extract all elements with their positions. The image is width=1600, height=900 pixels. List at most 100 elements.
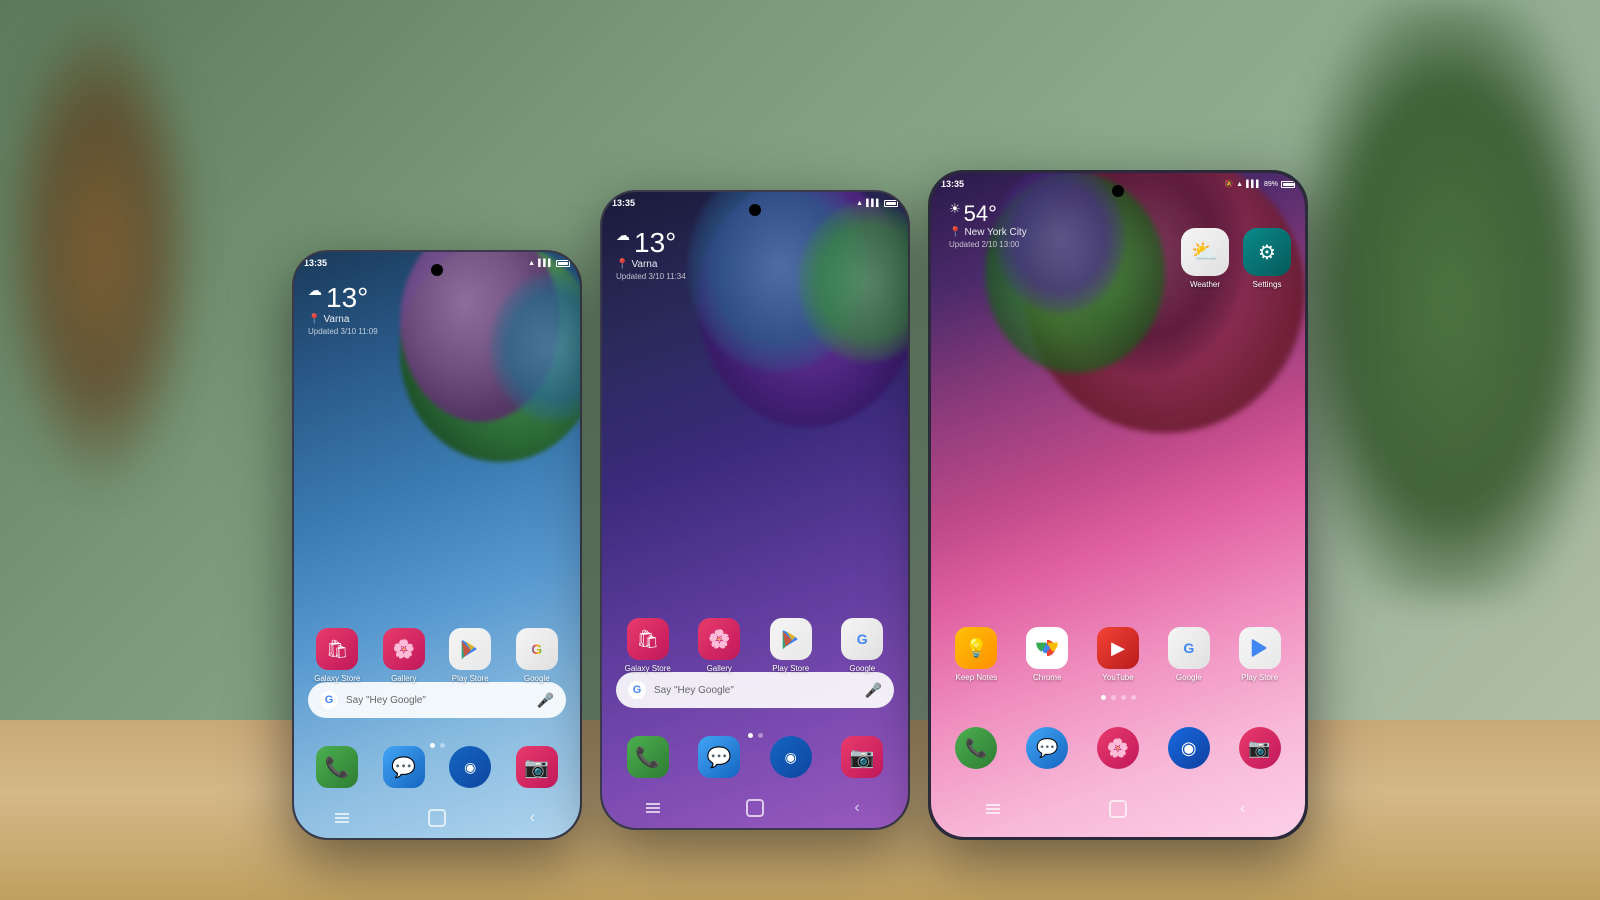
app-galaxy-store-center[interactable]: 🛍 Galaxy Store <box>616 618 680 673</box>
pay-icon-left: ◉ <box>449 746 491 788</box>
status-time-left: 13:35 <box>304 258 327 268</box>
google-label-left: Google <box>524 674 550 683</box>
dock-camera-center[interactable]: 📷 <box>831 736 895 778</box>
status-icons-left: ▲ ▌▌▌ <box>528 260 570 267</box>
weather-updated-center: Updated 3/10 11:34 <box>616 272 686 281</box>
app-google-right[interactable]: G Google <box>1157 627 1220 682</box>
dock-gallery-right[interactable]: 🌸 <box>1087 727 1150 769</box>
app-gallery-left[interactable]: 🌸 Gallery <box>375 628 434 683</box>
youtube-icon-right: ▶ <box>1097 627 1139 669</box>
google-g-center: G <box>628 681 646 699</box>
location-pin-left: 📍 <box>308 314 320 325</box>
top-apps-right: ⛅ Weather ⚙ Settings <box>1181 228 1291 289</box>
dock-camera-left[interactable]: 📷 <box>508 746 567 788</box>
messages-icon-right: 💬 <box>1026 727 1068 769</box>
signal-icon-left: ▌▌▌ <box>538 260 553 267</box>
weather-temp-left: ☁ 13° <box>308 282 378 314</box>
keep-label-right: Keep Notes <box>955 673 997 682</box>
weather-left: ☁ 13° 📍 Varna Updated 3/10 11:09 <box>308 282 378 336</box>
gallery-icon-center: 🌸 <box>698 618 740 660</box>
dock-messages-right[interactable]: 💬 <box>1016 727 1079 769</box>
play-store-label-center: Play Store <box>772 664 809 673</box>
messages-icon-left: 💬 <box>383 746 425 788</box>
app-youtube-right[interactable]: ▶ YouTube <box>1087 627 1150 682</box>
app-google-left[interactable]: G Google <box>508 628 567 683</box>
chrome-label-right: Chrome <box>1033 673 1061 682</box>
app-play-store-left[interactable]: Play Store <box>441 628 500 683</box>
app-settings-right[interactable]: ⚙ Settings <box>1243 228 1291 289</box>
dock-phone-right[interactable]: 📞 <box>945 727 1008 769</box>
gallery-label-center: Gallery <box>707 664 732 673</box>
location-pin-center: 📍 <box>616 259 628 270</box>
play-store-icon-left <box>449 628 491 670</box>
weather-center: ☁ 13° 📍 Varna Updated 3/10 11:34 <box>616 227 686 281</box>
dock-bixby-right[interactable]: ◉ <box>1157 727 1220 769</box>
galaxy-store-label-left: Galaxy Store <box>314 674 360 683</box>
pay-icon-center: ◉ <box>770 736 812 778</box>
messages-icon-center: 💬 <box>698 736 740 778</box>
dots-right <box>931 695 1305 700</box>
app-gallery-center[interactable]: 🌸 Gallery <box>688 618 752 673</box>
play-store-label-right: Play Store <box>1241 673 1278 682</box>
nav-back-right[interactable]: ‹ <box>1233 799 1253 819</box>
chrome-icon-right <box>1026 627 1068 669</box>
wifi-icon-center: ▲ <box>856 200 863 207</box>
app-grid-left: 🛍 Galaxy Store 🌸 Gallery Play Stor <box>308 628 566 683</box>
app-play-store-right[interactable]: Play Store <box>1228 627 1291 682</box>
nav-bar-right: ‹ <box>931 799 1305 819</box>
status-icons-right: 🔕 ▲ ▌▌▌ 89% <box>1224 180 1295 188</box>
nav-recent-center[interactable] <box>643 798 663 818</box>
app-keep-right[interactable]: 💡 Keep Notes <box>945 627 1008 682</box>
dock-pay-center[interactable]: ◉ <box>759 736 823 778</box>
weather-icon-app-right: ⛅ <box>1181 228 1229 276</box>
apps-row-right: 💡 Keep Notes Chrome ▶ You <box>945 627 1291 682</box>
search-bar-left[interactable]: G Say "Hey Google" 🎤 <box>308 682 566 718</box>
weather-location-left: 📍 Varna <box>308 314 378 325</box>
battery-right <box>1281 181 1295 188</box>
battery-left <box>556 260 570 267</box>
google-icon-right: G <box>1168 627 1210 669</box>
weather-updated-right: Updated 2/10 13:00 <box>949 240 1027 249</box>
screen-center: 13:35 ▲ ▌▌▌ ☁ 13° 📍 Varna Updated 3/10 1… <box>602 192 908 828</box>
dock-right: 📞 💬 🌸 ◉ 📷 <box>945 727 1291 769</box>
nav-back-center[interactable]: ‹ <box>847 798 867 818</box>
dock-messages-center[interactable]: 💬 <box>688 736 752 778</box>
status-time-right: 13:35 <box>941 179 964 189</box>
app-google-center[interactable]: G Google <box>831 618 895 673</box>
status-bar-left: 13:35 ▲ ▌▌▌ <box>304 258 570 268</box>
app-chrome-right[interactable]: Chrome <box>1016 627 1079 682</box>
dot-active-right-1 <box>1101 695 1106 700</box>
dock-messages-left[interactable]: 💬 <box>375 746 434 788</box>
mic-icon-center[interactable]: 🎤 <box>865 682 882 699</box>
app-galaxy-store-left[interactable]: 🛍 Galaxy Store <box>308 628 367 683</box>
phone-left: 13:35 ▲ ▌▌▌ ☁ 13° 📍 Varna Updated 3/10 1… <box>292 250 582 840</box>
nav-home-right[interactable] <box>1108 799 1128 819</box>
gallery-label-left: Gallery <box>391 674 416 683</box>
mic-icon-left[interactable]: 🎤 <box>537 692 554 709</box>
nav-home-center[interactable] <box>745 798 765 818</box>
nav-recent-right[interactable] <box>983 799 1003 819</box>
dock-phone-center[interactable]: 📞 <box>616 736 680 778</box>
dock-phone-left[interactable]: 📞 <box>308 746 367 788</box>
play-store-label-left: Play Store <box>452 674 489 683</box>
app-weather-right[interactable]: ⛅ Weather <box>1181 228 1229 289</box>
dock-pay-left[interactable]: ◉ <box>441 746 500 788</box>
phone-center: 13:35 ▲ ▌▌▌ ☁ 13° 📍 Varna Updated 3/10 1… <box>600 190 910 830</box>
nav-bar-center: ‹ <box>602 798 908 818</box>
youtube-label-right: YouTube <box>1102 673 1133 682</box>
app-play-store-center[interactable]: Play Store <box>759 618 823 673</box>
app-grid-center: 🛍 Galaxy Store 🌸 Gallery Play Store <box>616 618 894 673</box>
dock-camera-right[interactable]: 📷 <box>1228 727 1291 769</box>
location-pin-right: 📍 <box>949 227 961 238</box>
nav-home-left[interactable] <box>427 808 447 828</box>
nav-recent-left[interactable] <box>332 808 352 828</box>
gallery-icon-dock-right: 🌸 <box>1097 727 1139 769</box>
nav-back-left[interactable]: ‹ <box>522 808 542 828</box>
search-bar-center[interactable]: G Say "Hey Google" 🎤 <box>616 672 894 708</box>
status-bar-center: 13:35 ▲ ▌▌▌ <box>612 198 898 208</box>
status-icons-center: ▲ ▌▌▌ <box>856 200 898 207</box>
dot-right-3 <box>1131 695 1136 700</box>
google-label-center: Google <box>849 664 875 673</box>
battery-center <box>884 200 898 207</box>
gallery-icon-left: 🌸 <box>383 628 425 670</box>
